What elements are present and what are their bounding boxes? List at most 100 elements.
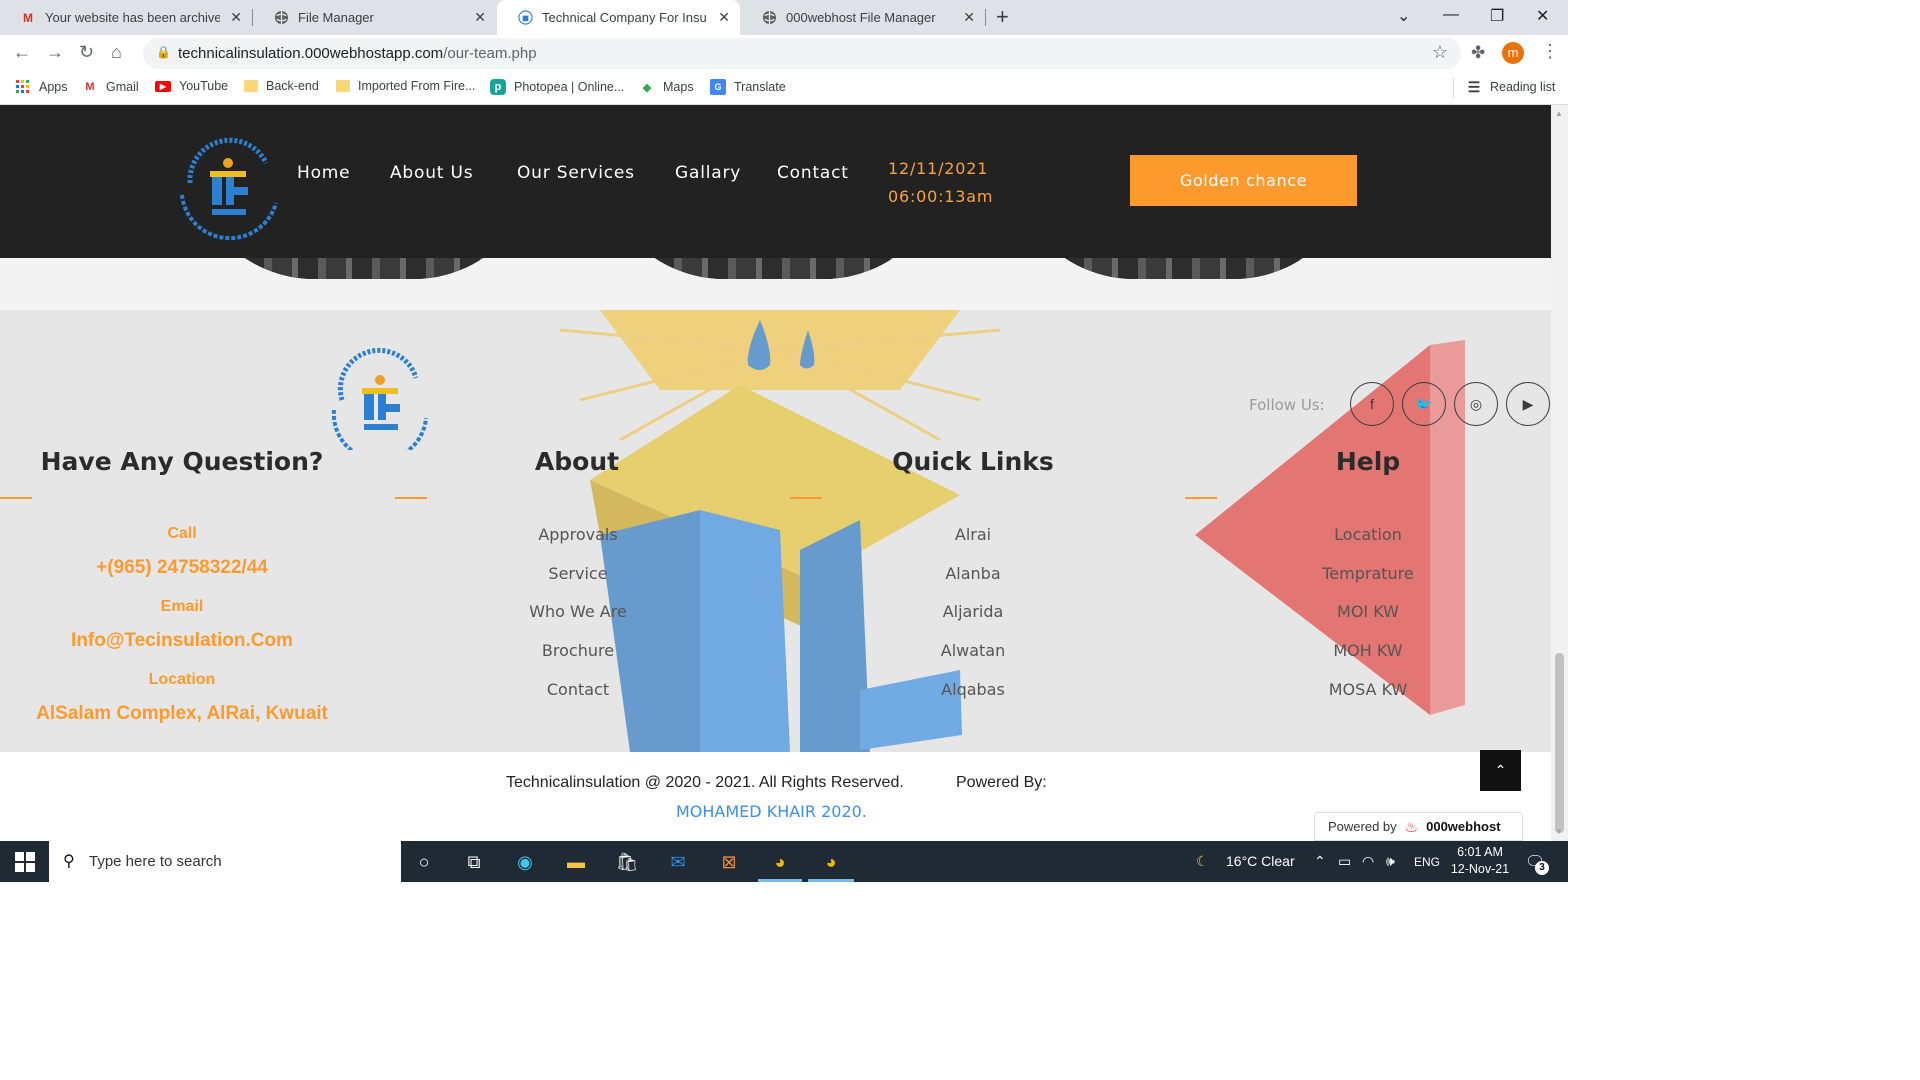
photopea-icon: p	[490, 79, 506, 95]
file-explorer-icon[interactable]: ▬	[563, 849, 589, 875]
bookmark-maps[interactable]: ◆ Maps	[639, 79, 694, 95]
profile-avatar[interactable]: m	[1502, 42, 1524, 64]
xampp-icon[interactable]: ⊠	[716, 849, 742, 875]
show-hidden-icons-chevron-icon[interactable]: ⌃	[1314, 853, 1326, 870]
scrollbar-thumb[interactable]	[1555, 653, 1564, 833]
mail-icon[interactable]: ✉	[665, 849, 691, 875]
bookmark-gmail[interactable]: M Gmail	[82, 79, 138, 95]
new-tab-button[interactable]: +	[996, 4, 1009, 30]
close-icon[interactable]: ✕	[718, 9, 730, 26]
facebook-icon[interactable]: f	[1350, 382, 1394, 426]
lock-icon[interactable]: 🔒	[156, 45, 171, 59]
bookmark-translate[interactable]: G Translate	[710, 79, 786, 95]
store-icon[interactable]: 🛍	[614, 849, 640, 875]
bookmark-photopea[interactable]: p Photopea | Online...	[490, 79, 624, 95]
moon-weather-icon[interactable]: ☾	[1196, 853, 1209, 870]
browser-toolbar: ← → ↻ ⌂ 🔒 technicalinsulation.000webhost…	[0, 35, 1568, 72]
chrome-icon[interactable]: ◕	[767, 849, 793, 875]
footer-link-service[interactable]: Service	[478, 564, 678, 583]
battery-icon[interactable]: ▭	[1338, 853, 1351, 870]
taskbar-search[interactable]: ⚲ Type here to search	[49, 841, 401, 882]
footer-link-brochure[interactable]: Brochure	[478, 641, 678, 660]
back-arrow-icon[interactable]: ←	[13, 42, 31, 63]
forward-arrow-icon[interactable]: →	[46, 42, 64, 63]
footer-link-alqabas[interactable]: Alqabas	[873, 680, 1073, 699]
close-window-button[interactable]: ✕	[1536, 6, 1549, 26]
bookmark-star-icon[interactable]: ☆	[1432, 42, 1448, 63]
volume-icon[interactable]: 🕪	[1386, 853, 1395, 870]
instagram-icon[interactable]: ◎	[1454, 382, 1498, 426]
bookmark-back-end[interactable]: Back-end	[244, 79, 319, 93]
task-view-icon[interactable]: ⧉	[461, 849, 487, 875]
scroll-up-arrow-icon[interactable]: ▲	[1555, 109, 1563, 118]
nav-home[interactable]: Home	[297, 163, 350, 183]
reload-icon[interactable]: ↻	[79, 42, 94, 63]
chrome-profile-icon[interactable]: ◕	[818, 849, 844, 875]
golden-chance-button[interactable]: Golden chance	[1130, 155, 1357, 206]
bookmark-imported[interactable]: Imported From Fire...	[336, 79, 475, 93]
weather-text[interactable]: 16°C Clear	[1226, 853, 1295, 869]
taskbar-clock[interactable]: 6:01 AM 12-Nov-21	[1440, 844, 1520, 878]
address-bar[interactable]: 🔒 technicalinsulation.000webhostapp.com/…	[143, 38, 1461, 69]
close-icon[interactable]: ✕	[474, 9, 486, 26]
email-label: Email	[160, 598, 204, 615]
header-time: 06:00:13am	[888, 187, 994, 206]
page-scrollbar[interactable]: ▲ ▼	[1551, 105, 1568, 841]
footer-link-temprature[interactable]: Temprature	[1268, 564, 1468, 583]
tab-gmail[interactable]: M Your website has been archived ✕	[0, 0, 252, 35]
000webhost-badge[interactable]: Powered by ♨ 000webhost	[1314, 812, 1523, 841]
nav-contact[interactable]: Contact	[777, 163, 849, 183]
windows-start-icon[interactable]	[15, 852, 35, 872]
footer-link-moh-kw[interactable]: MOH KW	[1268, 641, 1468, 660]
nav-about-us[interactable]: About Us	[390, 163, 473, 183]
reading-list-button[interactable]: ☰ Reading list	[1466, 79, 1556, 95]
tab-search-icon[interactable]: ⌄	[1397, 6, 1410, 26]
extensions-puzzle-icon[interactable]: ✤	[1471, 43, 1485, 63]
follow-us-label: Follow Us:	[1249, 396, 1325, 414]
footer-link-contact[interactable]: Contact	[478, 680, 678, 699]
badge-prefix: Powered by	[1328, 819, 1397, 834]
footer-link-aljarida[interactable]: Aljarida	[873, 602, 1073, 621]
bookmark-apps[interactable]: Apps	[15, 79, 68, 95]
footer-company-logo[interactable]	[326, 342, 434, 450]
scroll-down-arrow-icon[interactable]: ▼	[1555, 827, 1563, 836]
footer-link-mosa-kw[interactable]: MOSA KW	[1268, 680, 1468, 699]
author-link[interactable]: MOHAMED KHAIR 2020.	[676, 802, 867, 821]
tab-file-manager[interactable]: File Manager ✕	[253, 0, 496, 35]
wifi-icon[interactable]: ◠	[1362, 853, 1374, 870]
close-icon[interactable]: ✕	[230, 9, 242, 26]
bookmark-label: Photopea | Online...	[514, 80, 625, 94]
close-icon[interactable]: ✕	[963, 9, 975, 26]
language-indicator[interactable]: ENG	[1414, 855, 1440, 869]
youtube-icon[interactable]: ▶	[1506, 382, 1550, 426]
home-icon[interactable]: ⌂	[111, 42, 122, 63]
phone-number[interactable]: +(965) 24758322/44	[22, 557, 342, 579]
url-host: technicalinsulation.000webhostapp.com	[178, 45, 444, 62]
scroll-to-top-button[interactable]: ⌃	[1480, 750, 1521, 791]
menu-kebab-icon[interactable]: ⋮	[1541, 41, 1559, 62]
footer-link-alanba[interactable]: Alanba	[873, 564, 1073, 583]
bookmark-youtube[interactable]: ▶ YouTube	[155, 79, 228, 93]
quick-links-heading: Quick Links	[892, 447, 1054, 476]
twitter-icon[interactable]: 🐦	[1402, 382, 1446, 426]
email-address[interactable]: Info@Tecinsulation.Com	[22, 630, 342, 652]
footer-link-alrai[interactable]: Alrai	[873, 525, 1073, 544]
tab-000webhost[interactable]: 000webhost File Manager ✕	[741, 0, 985, 35]
search-icon: ⚲	[63, 853, 75, 870]
nav-our-services[interactable]: Our Services	[517, 163, 635, 183]
nav-gallary[interactable]: Gallary	[675, 163, 741, 183]
powered-by-label: Powered By:	[956, 774, 1047, 791]
cortana-icon[interactable]: ○	[411, 849, 437, 875]
restore-button[interactable]: ❐	[1490, 6, 1504, 26]
minimize-button[interactable]: —	[1443, 6, 1459, 24]
notification-center-icon[interactable]: 🗨 3	[1525, 852, 1549, 875]
company-logo[interactable]	[172, 123, 284, 241]
url-text[interactable]: technicalinsulation.000webhostapp.com/ou…	[178, 45, 537, 62]
footer-link-location[interactable]: Location	[1268, 525, 1468, 544]
footer-link-alwatan[interactable]: Alwatan	[873, 641, 1073, 660]
edge-icon[interactable]: ◉	[512, 849, 538, 875]
footer-link-approvals[interactable]: Approvals	[478, 525, 678, 544]
tab-technical-company[interactable]: Technical Company For Insulation ✕	[497, 0, 740, 35]
footer-link-who-we-are[interactable]: Who We Are	[478, 602, 678, 621]
footer-link-moi-kw[interactable]: MOI KW	[1268, 602, 1468, 621]
